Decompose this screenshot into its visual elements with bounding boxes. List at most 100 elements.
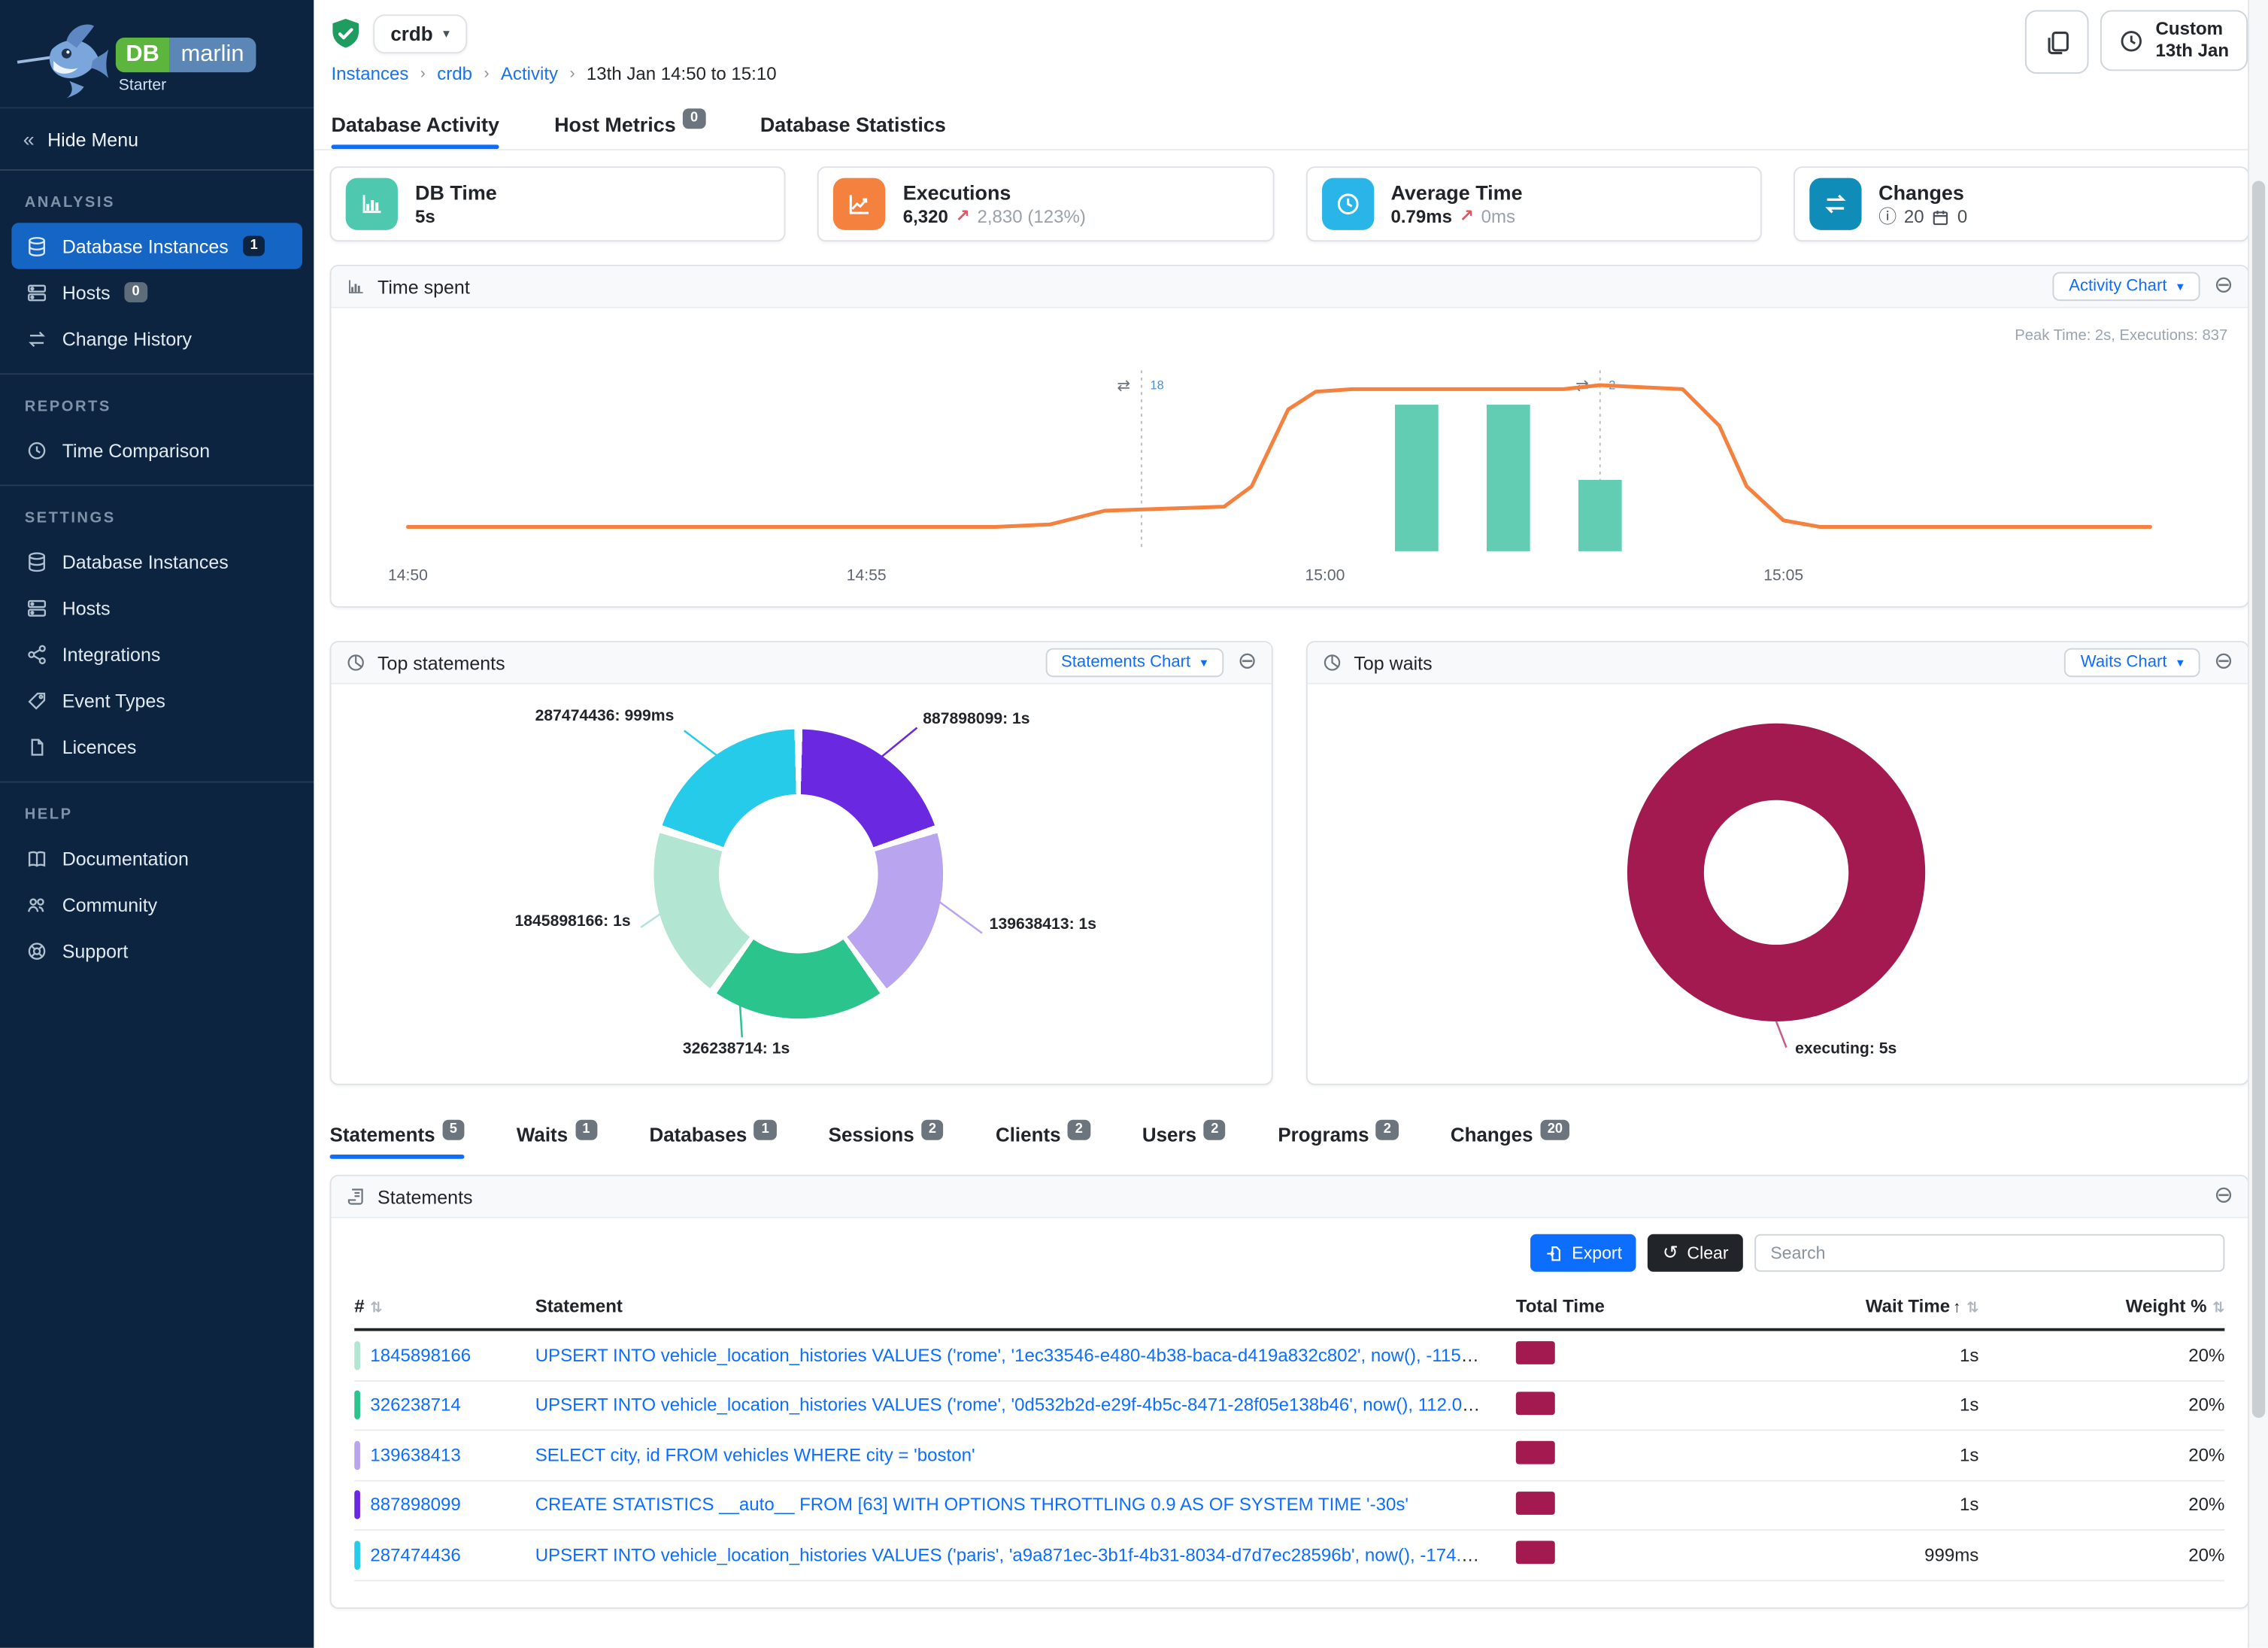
sidebar-item-integrations[interactable]: Integrations [11, 631, 302, 678]
breadcrumb-time-range: 13th Jan 14:50 to 15:10 [587, 64, 777, 84]
table-row: 1845898166 UPSERT INTO vehicle_location_… [354, 1331, 2224, 1381]
page-scrollbar[interactable] [2248, 0, 2268, 1648]
statement-color-swatch [354, 1540, 360, 1569]
wait-time-value: 1s [1632, 1495, 1979, 1515]
statement-link[interactable]: UPSERT INTO vehicle_location_histories V… [535, 1345, 1516, 1365]
sort-icon: ⇅ [1966, 1300, 1978, 1316]
tab-database-statistics[interactable]: Database Statistics [760, 113, 946, 149]
collapse-panel-icon[interactable]: ⊖ [2214, 651, 2233, 675]
sidebar-section-analysis: ANALYSIS Database Instances 1 Hosts 0 Ch… [0, 171, 314, 373]
statement-id-link[interactable]: 887898099 [370, 1495, 460, 1515]
column-header-wait-time[interactable]: Wait Time↑⇅ [1632, 1296, 1979, 1316]
statement-id-link[interactable]: 139638413 [370, 1445, 460, 1465]
column-header-weight[interactable]: Weight %⇅ [1978, 1296, 2224, 1316]
export-icon [1545, 1243, 1563, 1262]
activity-chart-dropdown[interactable]: Activity Chart ▾ [2053, 272, 2200, 301]
column-header-statement[interactable]: Statement [535, 1296, 1516, 1316]
statements-donut[interactable] [653, 729, 943, 1018]
count-badge: 2 [1376, 1120, 1398, 1140]
clear-button[interactable]: ↺ Clear [1648, 1234, 1743, 1272]
hide-menu-button[interactable]: « Hide Menu [0, 107, 314, 171]
collapse-panel-icon[interactable]: ⊖ [1238, 651, 1257, 675]
column-header-id[interactable]: #⇅ [354, 1296, 535, 1316]
server-icon [25, 596, 48, 619]
table-row: 326238714 UPSERT INTO vehicle_location_h… [354, 1381, 2224, 1431]
copy-link-button[interactable] [2025, 10, 2089, 74]
sort-icon: ⇅ [370, 1300, 382, 1316]
tab-programs[interactable]: Programs2 [1278, 1124, 1398, 1159]
export-button[interactable]: Export [1530, 1234, 1637, 1272]
community-icon [25, 893, 48, 916]
tab-statements[interactable]: Statements5 [330, 1124, 465, 1159]
sidebar-item-community[interactable]: Community [11, 881, 302, 927]
sidebar-item-licences[interactable]: Licences [11, 724, 302, 770]
app-logo[interactable]: DB marlin Starter [0, 0, 314, 107]
collapse-panel-icon[interactable]: ⊖ [2214, 1185, 2233, 1208]
sidebar-item-event-types[interactable]: Event Types [11, 677, 302, 724]
tab-users[interactable]: Users2 [1142, 1124, 1226, 1159]
sidebar-item-database-instances-settings[interactable]: Database Instances [11, 539, 302, 585]
chevron-down-icon: ▾ [2177, 654, 2184, 670]
panel-title: Top waits [1354, 652, 1432, 674]
statements-table: #⇅ Statement Total Time Wait Time↑⇅ Weig… [354, 1285, 2224, 1580]
statements-chart-dropdown[interactable]: Statements Chart ▾ [1045, 648, 1223, 677]
info-circle-icon[interactable]: ⓘ [1878, 205, 1897, 229]
statement-id-link[interactable]: 1845898166 [370, 1345, 471, 1365]
collapse-panel-icon[interactable]: ⊖ [2214, 275, 2233, 298]
statement-link[interactable]: UPSERT INTO vehicle_location_histories V… [535, 1545, 1516, 1565]
kpi-delta: 0ms [1481, 205, 1515, 229]
total-time-bar [1516, 1541, 1555, 1565]
book-icon [25, 846, 48, 870]
time-range-date: 13th Jan [2156, 41, 2230, 61]
instance-selector[interactable]: crdb ▾ [373, 14, 467, 53]
statement-link[interactable]: SELECT city, id FROM vehicles WHERE city… [535, 1445, 975, 1465]
sidebar-item-change-history[interactable]: Change History [11, 315, 302, 362]
breadcrumb-instance[interactable]: crdb [437, 64, 472, 84]
statement-link[interactable]: CREATE STATISTICS __auto__ FROM [63] WIT… [535, 1495, 1408, 1515]
statement-id-link[interactable]: 326238714 [370, 1395, 460, 1416]
waits-donut[interactable] [1627, 724, 1925, 1021]
tab-waits[interactable]: Waits1 [517, 1124, 597, 1159]
total-time-bar [1516, 1342, 1555, 1365]
svg-text:14:55: 14:55 [847, 566, 887, 584]
breadcrumb-instances[interactable]: Instances [331, 64, 408, 84]
weight-value: 20% [1978, 1495, 2224, 1515]
sidebar-item-hosts[interactable]: Hosts 0 [11, 269, 302, 316]
kpi-db-time: DB Time 5s [330, 166, 786, 241]
sidebar-item-support[interactable]: Support [11, 927, 302, 974]
activity-chart[interactable]: ⇄18⇄214:5014:5515:0015:05 [331, 315, 2248, 599]
tab-host-metrics[interactable]: Host Metrics 0 [554, 113, 705, 149]
kpi-value: 0.79ms [1390, 205, 1452, 229]
tab-sessions[interactable]: Sessions2 [829, 1124, 944, 1159]
search-input[interactable] [1754, 1234, 2224, 1272]
breadcrumb-activity[interactable]: Activity [501, 64, 558, 84]
weight-value: 20% [1978, 1545, 2224, 1565]
total-time-bar [1516, 1492, 1555, 1515]
scrollbar-thumb[interactable] [2252, 181, 2265, 1418]
panel-title: Statements [377, 1185, 473, 1207]
sidebar-item-hosts-settings[interactable]: Hosts [11, 584, 302, 631]
total-time-bar [1516, 1441, 1555, 1464]
database-icon [25, 235, 48, 258]
statement-color-swatch [354, 1391, 360, 1419]
statement-id-link[interactable]: 287474436 [370, 1545, 460, 1565]
column-header-total-time[interactable]: Total Time [1516, 1296, 1632, 1316]
statement-link[interactable]: UPSERT INTO vehicle_location_histories V… [535, 1395, 1509, 1416]
waits-chart-dropdown[interactable]: Waits Chart ▾ [2065, 648, 2200, 677]
kpi-delta: 2,830 (123%) [978, 205, 1086, 229]
donut-label: executing: 5s [1795, 1040, 1897, 1058]
sidebar-item-database-instances[interactable]: Database Instances 1 [11, 223, 302, 269]
tab-changes[interactable]: Changes20 [1451, 1124, 1570, 1159]
sidebar-item-documentation[interactable]: Documentation [11, 835, 302, 882]
donut-label: 139638413: 1s [990, 916, 1096, 933]
tab-clients[interactable]: Clients2 [996, 1124, 1090, 1159]
brand-wordmark: DB marlin [116, 38, 256, 72]
sidebar-item-time-comparison[interactable]: Time Comparison [11, 426, 302, 473]
tab-databases[interactable]: Databases1 [649, 1124, 776, 1159]
statement-color-swatch [354, 1341, 360, 1370]
calendar-icon[interactable] [1931, 208, 1950, 226]
time-spent-panel: Time spent Activity Chart ▾ ⊖ Peak Time:… [330, 265, 2249, 608]
clock-icon [1321, 178, 1373, 230]
time-range-button[interactable]: Custom 13th Jan [2100, 10, 2248, 71]
tab-database-activity[interactable]: Database Activity [331, 113, 499, 149]
